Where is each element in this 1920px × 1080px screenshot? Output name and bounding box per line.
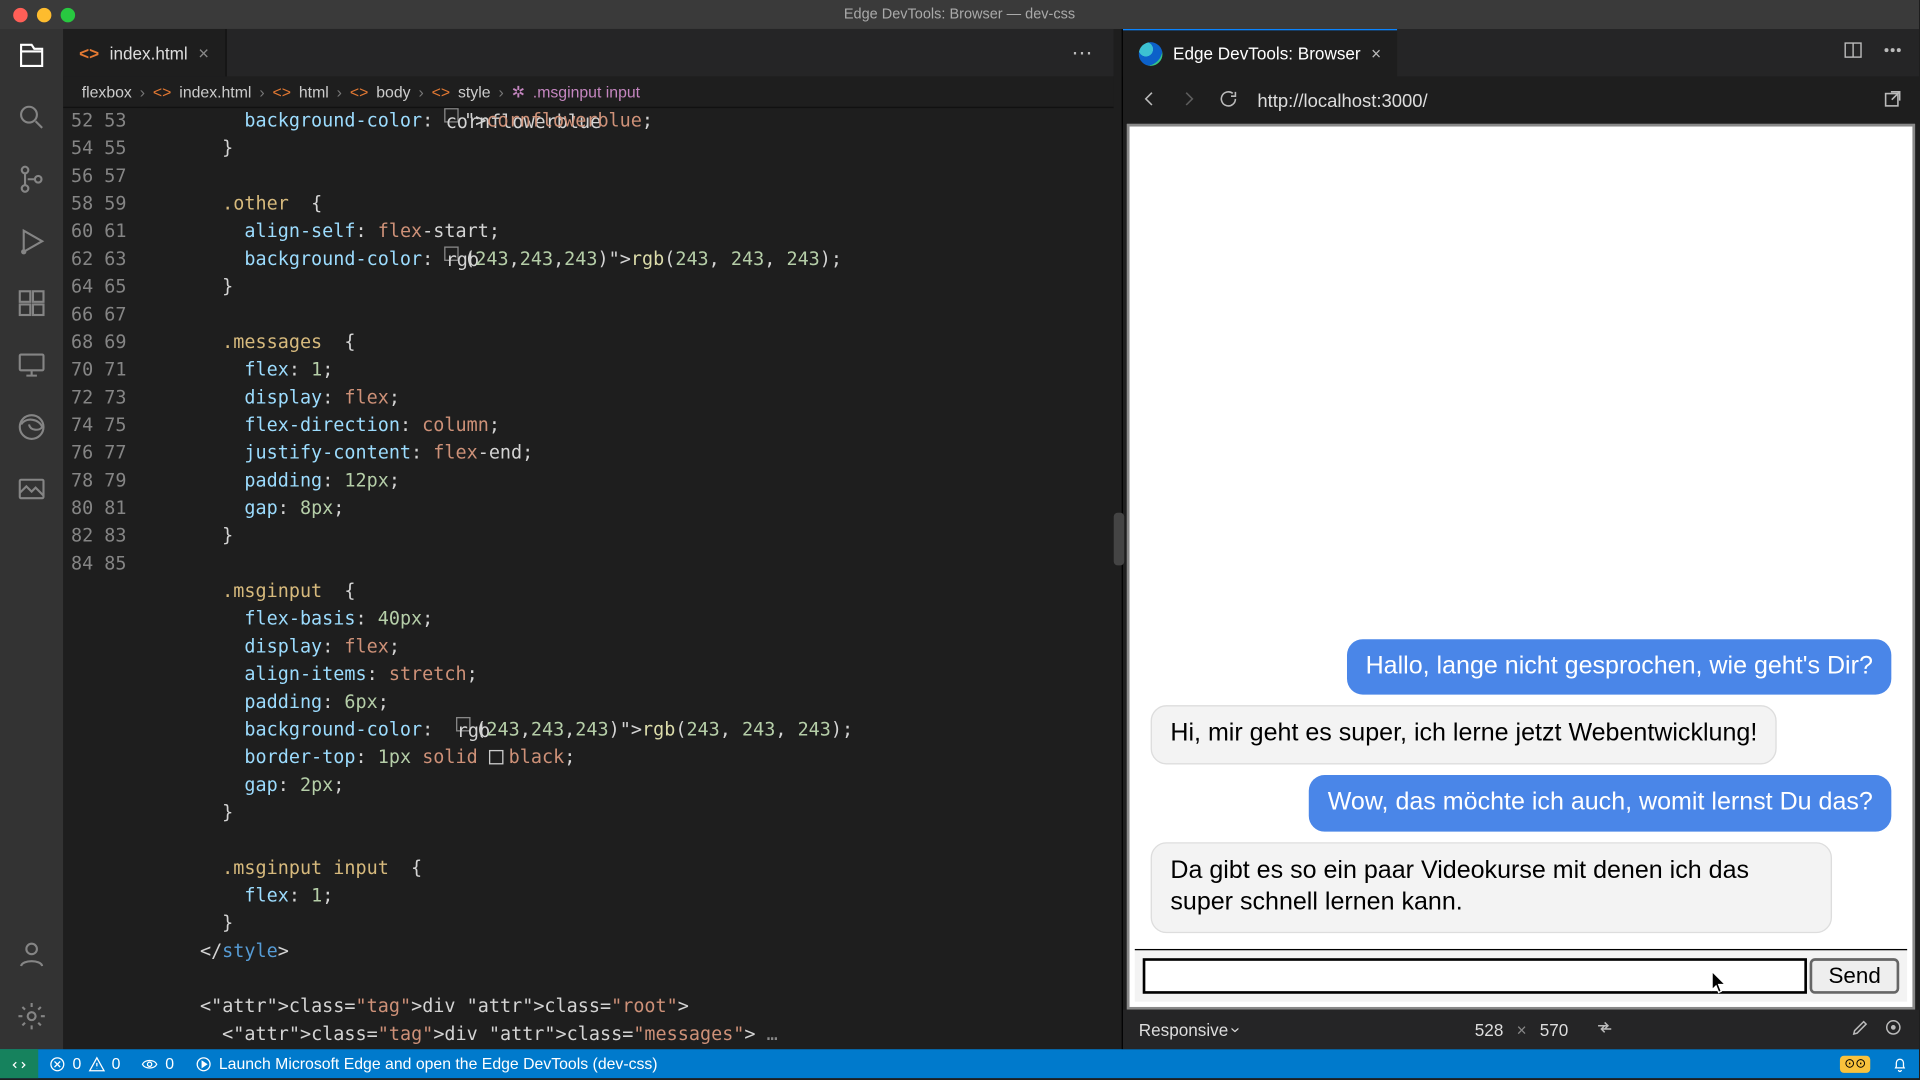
gallery-icon[interactable] [16, 473, 48, 511]
chevron-down-icon: › [1226, 1026, 1246, 1032]
remote-explorer-icon[interactable] [16, 349, 48, 387]
devtools-device-bar: Responsive › 528 × 570 [1123, 1010, 1919, 1050]
ports-status[interactable]: 0 [131, 1054, 185, 1072]
viewport-height[interactable]: 570 [1540, 1019, 1569, 1039]
chat-input-row: Send [1135, 949, 1907, 1002]
browser-viewport: Hallo, lange nicht gesprochen, wie geht'… [1127, 124, 1915, 1010]
chat-message-other: Da gibt es so ein paar Videokurse mit de… [1151, 842, 1832, 933]
tab-label: index.html [110, 43, 188, 63]
inspect-icon[interactable] [1883, 1017, 1903, 1041]
launch-task-status[interactable]: Launch Microsoft Edge and open the Edge … [185, 1054, 669, 1072]
html-file-icon: <> [79, 43, 99, 63]
notifications-icon[interactable] [1881, 1055, 1919, 1072]
remote-indicator[interactable] [0, 1049, 38, 1078]
settings-gear-icon[interactable] [16, 1000, 48, 1038]
debug-icon[interactable] [16, 225, 48, 263]
crumb-style[interactable]: style [458, 82, 491, 100]
split-handle[interactable] [1114, 29, 1122, 1049]
devtools-panel: Edge DevTools: Browser × http://localhos… [1122, 29, 1919, 1049]
nav-back-icon[interactable] [1139, 88, 1160, 113]
search-icon[interactable] [16, 101, 48, 139]
reload-icon[interactable] [1218, 88, 1239, 113]
chat-message-other: Hi, mir geht es super, ich lerne jetzt W… [1151, 705, 1777, 764]
tab-close-icon[interactable]: × [1371, 43, 1381, 63]
open-external-icon[interactable] [1882, 88, 1903, 113]
device-mode-select[interactable]: Responsive › [1139, 1019, 1239, 1039]
chat-message-me: Hallo, lange nicht gesprochen, wie geht'… [1347, 639, 1891, 695]
css-rule-icon: ✲ [512, 82, 525, 100]
crumb-folder[interactable]: flexbox [82, 82, 132, 100]
nav-forward-icon[interactable] [1178, 88, 1199, 113]
chat-text-input[interactable] [1143, 958, 1808, 994]
editor-overflow-icon[interactable]: ⋯ [1053, 40, 1114, 66]
window-title: Edge DevTools: Browser — dev-css [0, 7, 1919, 23]
mac-titlebar: Edge DevTools: Browser — dev-css [0, 0, 1919, 29]
extensions-icon[interactable] [16, 287, 48, 325]
activity-bar [0, 29, 63, 1049]
crumb-file[interactable]: index.html [179, 82, 251, 100]
more-actions-icon[interactable] [1882, 39, 1903, 67]
split-editor-icon[interactable] [1843, 39, 1864, 67]
copilot-status[interactable]: ⊙⊙ [1830, 1055, 1881, 1072]
source-control-icon[interactable] [16, 163, 48, 201]
html-tag-icon: <> [272, 82, 290, 100]
chat-messages: Hallo, lange nicht gesprochen, wie geht'… [1135, 132, 1907, 949]
crumb-html[interactable]: html [299, 82, 329, 100]
devtools-tab[interactable]: Edge DevTools: Browser × [1123, 29, 1397, 76]
viewport-width[interactable]: 528 [1475, 1019, 1504, 1039]
devtools-tab-label: Edge DevTools: Browser [1173, 43, 1361, 63]
html-tag-icon: <> [350, 82, 368, 100]
crumb-body[interactable]: body [376, 82, 410, 100]
rotate-icon[interactable] [1595, 1017, 1615, 1041]
edge-tools-icon[interactable] [16, 411, 48, 449]
html-file-icon: <> [153, 82, 171, 100]
account-icon[interactable] [16, 938, 48, 976]
status-bar: 0 0 0 Launch Microsoft Edge and open the… [0, 1049, 1919, 1078]
edge-icon [1139, 42, 1163, 66]
editor-tabs: <> index.html × ⋯ [63, 29, 1113, 76]
tab-index-html[interactable]: <> index.html × [63, 29, 226, 76]
chat-message-me: Wow, das möchte ich auch, womit lernst D… [1309, 775, 1891, 831]
dimension-x: × [1517, 1019, 1527, 1039]
breadcrumbs[interactable]: flexbox› <>index.html› <>html› <>body› <… [63, 76, 1113, 108]
browser-toolbar: http://localhost:3000/ [1123, 76, 1919, 123]
edit-icon[interactable] [1850, 1017, 1870, 1041]
code-editor[interactable]: 52 53 54 55 56 57 58 59 60 61 62 63 64 6… [63, 108, 1113, 1049]
chat-app: Hallo, lange nicht gesprochen, wie geht'… [1135, 132, 1907, 1002]
explorer-icon[interactable] [16, 40, 48, 78]
crumb-selector[interactable]: .msginput input [533, 82, 640, 100]
problems-status[interactable]: 0 0 [38, 1054, 131, 1072]
tab-close-icon[interactable]: × [198, 42, 209, 63]
chat-send-button[interactable]: Send [1810, 958, 1899, 994]
address-bar[interactable]: http://localhost:3000/ [1257, 90, 1863, 111]
editor-group: <> index.html × ⋯ flexbox› <>index.html›… [63, 29, 1113, 1049]
html-tag-icon: <> [432, 82, 450, 100]
